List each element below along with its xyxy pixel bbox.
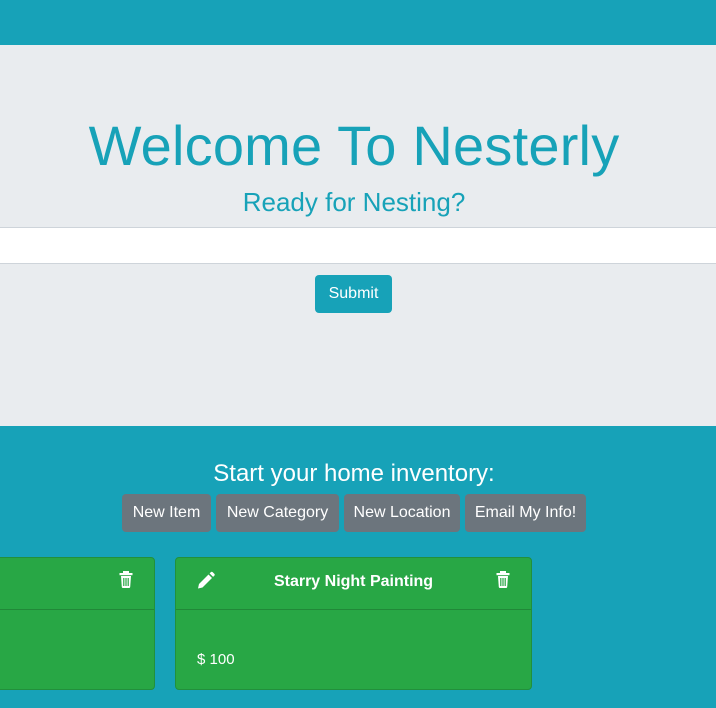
new-location-button[interactable]: New Location [344, 494, 460, 532]
inventory-heading: Start your home inventory: [213, 460, 495, 487]
new-item-button[interactable]: New Item [122, 494, 211, 532]
new-category-button[interactable]: New Category [216, 494, 339, 532]
card-price: $ 100 [197, 651, 235, 668]
card-header [0, 558, 154, 610]
email-info-button[interactable]: Email My Info! [465, 494, 586, 532]
submit-button[interactable]: Submit [315, 275, 392, 313]
trash-icon[interactable] [495, 570, 515, 590]
item-card: Starry Night Painting $ 100 [175, 557, 532, 690]
item-card [0, 557, 155, 690]
page-title: Welcome To Nesterly [88, 114, 620, 177]
trash-icon[interactable] [118, 570, 138, 590]
hero-jumbotron: Welcome To Nesterly Ready for Nesting? S… [0, 45, 716, 426]
inventory-section: Start your home inventory: New Item New … [0, 426, 716, 708]
card-title: Starry Night Painting [273, 573, 434, 590]
card-header: Starry Night Painting [176, 558, 531, 610]
page-subtitle: Ready for Nesting? [242, 187, 466, 217]
inventory-actions: New Item New Category New Location Email… [0, 494, 716, 532]
top-navbar [0, 0, 716, 45]
text-input[interactable] [0, 227, 716, 264]
